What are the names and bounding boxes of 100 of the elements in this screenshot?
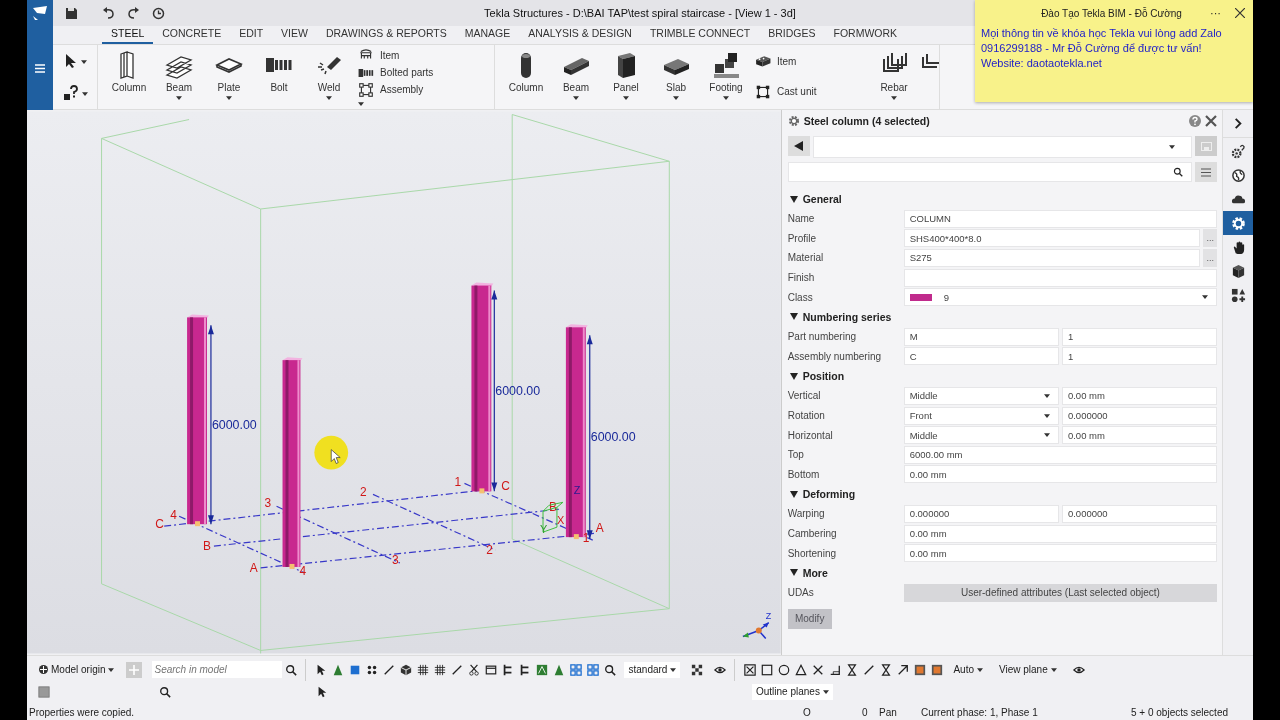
history-icon[interactable] (152, 6, 165, 20)
property-field[interactable]: 0.000000 (1061, 406, 1218, 425)
line-icon[interactable] (862, 663, 875, 676)
checker-icon[interactable] (690, 663, 703, 676)
property-field[interactable]: 6000.00 mm (903, 445, 1218, 464)
peak-box-icon[interactable] (536, 663, 548, 676)
ribbon-button[interactable]: Item (755, 53, 865, 70)
magnifier-icon[interactable] (604, 663, 616, 676)
ribbon-button[interactable]: Plate (204, 44, 254, 109)
close-icon[interactable] (1205, 115, 1218, 127)
triangle-icon[interactable] (332, 663, 344, 676)
undo-icon[interactable] (102, 6, 115, 20)
nested-square-icon[interactable] (930, 663, 943, 676)
ribbon-button[interactable]: Beam (154, 44, 204, 109)
grid-icon[interactable] (417, 663, 429, 676)
options-button[interactable] (1195, 162, 1218, 182)
property-dropdown[interactable]: Front (903, 406, 1059, 425)
ribbon-tab[interactable]: CONCRETE (153, 26, 231, 44)
class-dropdown[interactable]: 9 (903, 288, 1218, 307)
auto-dropdown[interactable]: Auto (949, 661, 987, 678)
property-field[interactable]: COLUMN (903, 209, 1218, 228)
browse-button[interactable]: ... (1203, 249, 1218, 267)
app-logo[interactable] (27, 0, 53, 26)
pointer-icon[interactable] (315, 663, 327, 676)
more-button[interactable]: ··· (1210, 7, 1221, 19)
help-icon[interactable] (1189, 115, 1202, 127)
ribbon-button[interactable]: Cast unit (755, 83, 865, 100)
cube-icon[interactable] (400, 663, 412, 676)
redo-icon[interactable] (127, 6, 140, 20)
ribbon-button[interactable]: Bolt (254, 44, 304, 109)
bars-icon[interactable] (519, 663, 531, 676)
steel-column[interactable] (565, 324, 588, 540)
hourglass-icon[interactable] (845, 663, 858, 676)
dots-icon[interactable] (366, 663, 378, 676)
ribbon-button[interactable]: Slab (651, 44, 701, 109)
side-panel-button[interactable] (1223, 211, 1253, 235)
four-squares-icon[interactable] (587, 663, 599, 676)
select-tool-button[interactable] (63, 52, 87, 69)
boxed-x-icon[interactable] (743, 663, 756, 676)
attributes-button[interactable]: User-defined attributes (Last selected object) (903, 583, 1218, 602)
close-icon[interactable] (1235, 8, 1245, 18)
steel-column[interactable] (471, 282, 494, 494)
ribbon-tab[interactable]: VIEW (272, 26, 317, 44)
circle-icon[interactable] (777, 663, 790, 676)
window-icon[interactable] (485, 663, 497, 676)
outline-square-icon[interactable] (760, 663, 773, 676)
ribbon-tab[interactable]: MANAGE (455, 26, 520, 44)
property-dropdown[interactable]: Middle (903, 386, 1059, 405)
ribbon-tab[interactable]: EDIT (230, 26, 273, 44)
ribbon-button[interactable]: Assembly (358, 81, 490, 98)
steel-column[interactable] (187, 314, 209, 527)
property-field[interactable]: 0.00 mm (903, 465, 1218, 484)
section-header[interactable]: Deforming (787, 484, 1218, 505)
ribbon-tab[interactable]: TRIMBLE CONNECT (640, 26, 760, 44)
menu-icon[interactable] (35, 63, 45, 73)
property-field[interactable]: 0.00 mm (903, 544, 1218, 563)
grid-icon[interactable] (434, 663, 446, 676)
property-field[interactable]: 1 (1061, 347, 1218, 366)
property-field[interactable]: 1 (1061, 327, 1218, 346)
property-field[interactable]: 0.000000 (1061, 504, 1218, 523)
browse-button[interactable]: ... (1203, 229, 1218, 248)
triangle-icon[interactable] (553, 663, 565, 676)
line-icon[interactable] (451, 663, 463, 676)
magnifier-icon[interactable] (158, 685, 171, 698)
ribbon-button[interactable]: Rebar (869, 44, 919, 109)
ribbon-button[interactable]: Bolted parts (358, 64, 490, 81)
ribbon-tab[interactable]: DRAWINGS & REPORTS (316, 26, 456, 44)
ribbon-button[interactable]: Beam (551, 44, 601, 109)
help-tool-button[interactable] (62, 84, 88, 101)
bars-icon[interactable] (502, 663, 514, 676)
corner-icon[interactable] (828, 663, 841, 676)
representation-dropdown[interactable]: standard (624, 661, 681, 678)
property-field[interactable]: S275 (903, 249, 1201, 267)
ribbon-button[interactable]: Panel (601, 44, 651, 109)
ribbon-button[interactable]: Column (104, 44, 154, 109)
section-header[interactable]: More (787, 562, 1218, 583)
ribbon-tab[interactable]: BRIDGES (759, 26, 825, 44)
ribbon-tab[interactable]: ANALYSIS & DESIGN (519, 26, 641, 44)
view-plane-dropdown[interactable]: View plane (995, 661, 1061, 678)
property-field[interactable]: SHS400*400*8.0 (903, 229, 1201, 248)
four-squares-icon[interactable] (570, 663, 582, 676)
property-dropdown[interactable]: Middle (903, 426, 1059, 445)
section-header[interactable]: Numbering series (787, 306, 1218, 327)
property-field[interactable]: 0.00 mm (1061, 426, 1218, 445)
ribbon-button[interactable]: Weld (304, 44, 354, 109)
save-icon[interactable] (65, 6, 78, 20)
section-header[interactable]: General (787, 189, 1218, 209)
ribbon-button[interactable]: Footing (701, 44, 751, 109)
search-field[interactable] (787, 162, 1193, 182)
diagonal-arrow-icon[interactable] (896, 663, 909, 676)
search-field[interactable]: Search in model (152, 661, 283, 679)
back-button[interactable] (787, 136, 810, 156)
property-field[interactable]: 0.00 mm (1061, 386, 1218, 405)
square-icon[interactable] (349, 663, 361, 676)
outline-triangle-icon[interactable] (794, 663, 807, 676)
cross-icon[interactable] (811, 663, 824, 676)
scissors-icon[interactable] (468, 663, 480, 676)
outline-planes-dropdown[interactable]: Outline planes (752, 683, 833, 700)
property-field[interactable] (903, 268, 1218, 287)
property-field[interactable]: C (903, 347, 1059, 366)
